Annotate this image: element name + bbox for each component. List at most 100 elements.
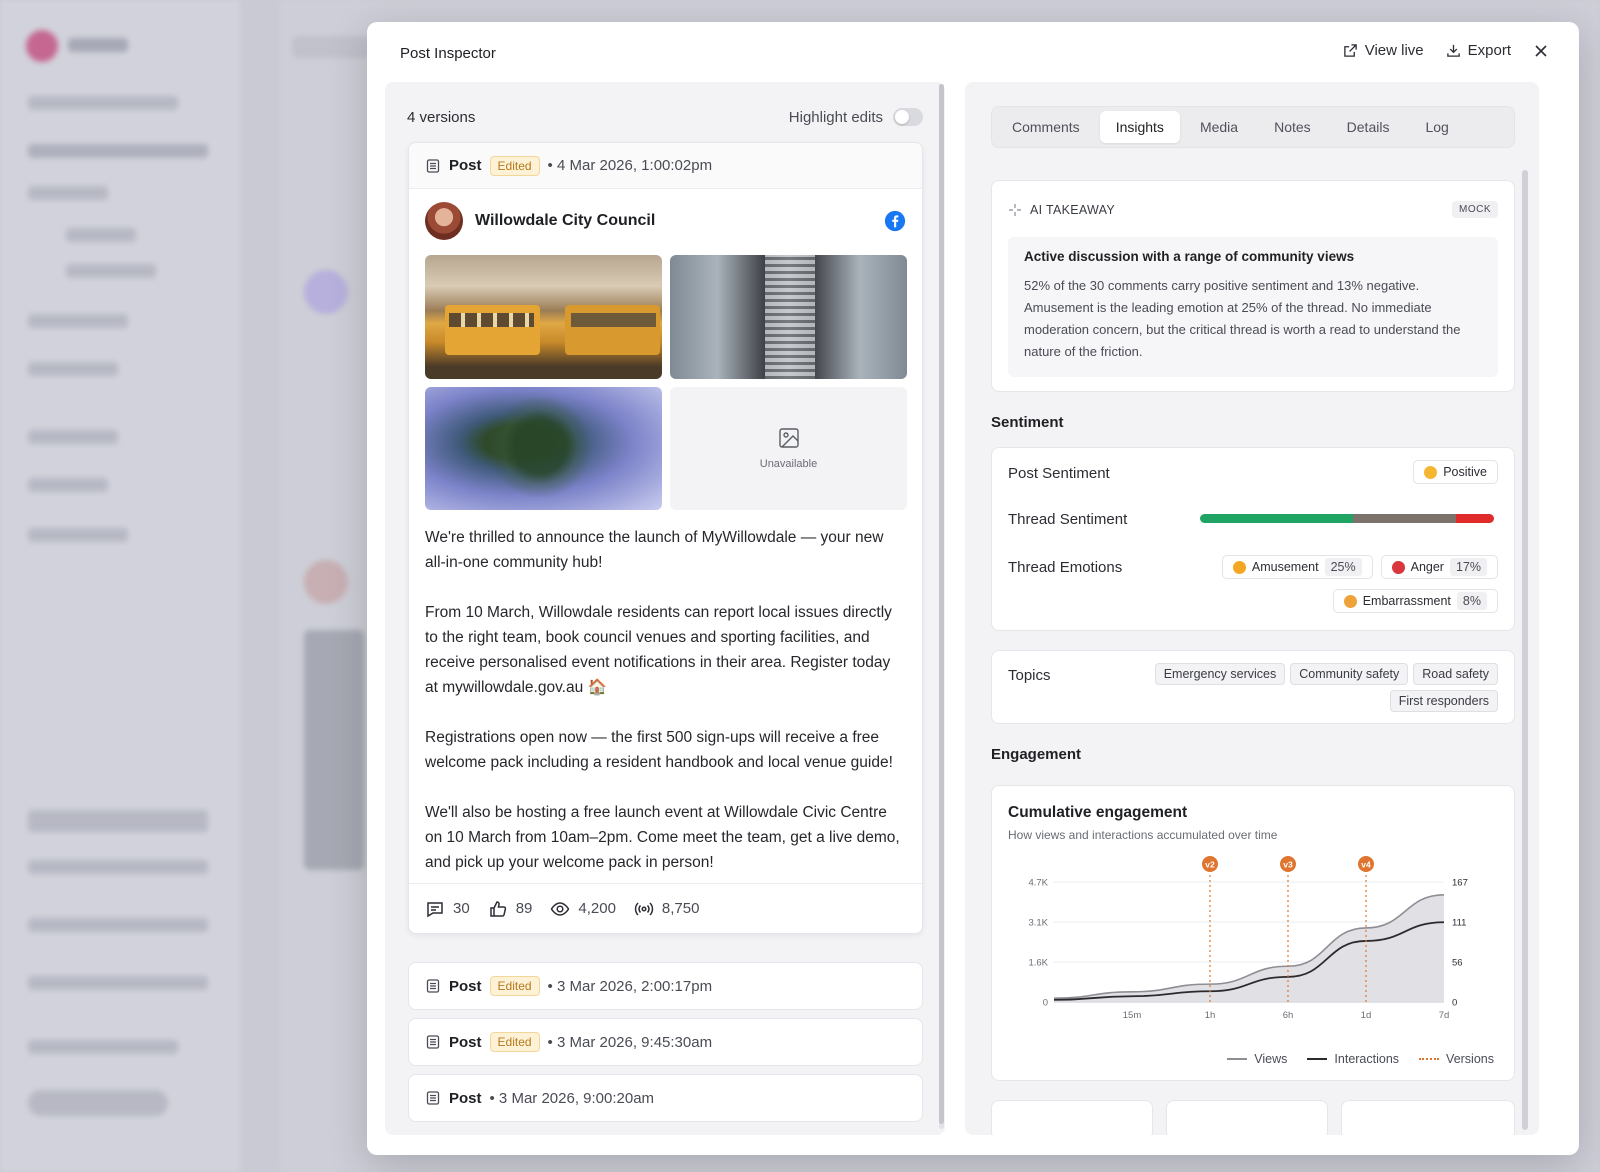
thread-emotions: Amusement 25% Anger 17% Embarrassment 8%	[1208, 555, 1498, 613]
media-image-railway[interactable]	[670, 255, 907, 379]
background-nav-item	[28, 1040, 178, 1054]
reach-stat: 8,750	[634, 899, 699, 919]
background-block	[304, 270, 348, 314]
version-date: • 3 Mar 2026, 9:45:30am	[547, 1033, 713, 1051]
views-count: 4,200	[578, 900, 616, 917]
metric-card	[1341, 1100, 1515, 1135]
modal-header: Post Inspector View live Export	[367, 22, 1579, 82]
version-header[interactable]: Post Edited • 3 Mar 2026, 9:45:30am	[409, 1019, 922, 1065]
post-paragraph: We'll also be hosting a free launch even…	[425, 804, 900, 871]
header-actions: View live Export	[1343, 42, 1549, 59]
topics-list: Emergency services Community safety Road…	[1138, 663, 1498, 712]
version-date: • 4 Mar 2026, 1:00:02pm	[547, 157, 713, 174]
media-image-tree[interactable]	[425, 386, 662, 510]
background-nav-item	[66, 228, 136, 242]
thread-emotions-label: Thread Emotions	[1008, 559, 1123, 576]
version-date: • 3 Mar 2026, 9:00:20am	[489, 1089, 655, 1107]
background-nav-item	[28, 860, 208, 874]
broadcast-icon	[634, 901, 654, 916]
topic-chip[interactable]: Road safety	[1413, 663, 1498, 685]
view-live-button[interactable]: View live	[1343, 42, 1424, 59]
facebook-icon	[884, 210, 906, 232]
y-right-tick-label: 0	[1452, 998, 1457, 1009]
post-sentiment-value: Positive	[1443, 465, 1487, 479]
topic-chip[interactable]: Community safety	[1290, 663, 1409, 685]
tab-log[interactable]: Log	[1409, 111, 1464, 143]
background-nav-item	[28, 362, 118, 376]
background-nav-item	[28, 1090, 168, 1116]
metric-card	[991, 1100, 1153, 1135]
y-left-tick-label: 1.6K	[1028, 958, 1048, 969]
smile-emoji-icon	[1424, 465, 1438, 479]
thumbs-up-icon	[489, 900, 506, 917]
tab-media[interactable]: Media	[1184, 111, 1254, 143]
background-nav-item	[66, 264, 156, 278]
version-header[interactable]: Post • 3 Mar 2026, 9:00:20am	[409, 1075, 922, 1121]
chart-subtitle: How views and interactions accumulated o…	[1008, 828, 1278, 842]
version-card[interactable]: Post • 3 Mar 2026, 9:00:20am	[408, 1074, 923, 1122]
download-icon	[1446, 44, 1460, 57]
version-type: Post	[449, 1089, 482, 1107]
background-nav-item	[28, 478, 108, 492]
close-button[interactable]	[1533, 43, 1549, 59]
sentiment-positive-segment	[1200, 514, 1353, 523]
emotion-pill: Amusement 25%	[1221, 555, 1373, 579]
x-tick-label: 6h	[1283, 1010, 1294, 1021]
emotion-pill: Embarrassment 8%	[1332, 589, 1498, 613]
version-header[interactable]: Post Edited • 4 Mar 2026, 1:00:02pm	[409, 143, 922, 189]
modal-title: Post Inspector	[400, 45, 496, 62]
ai-takeaway-header: AI TAKEAWAY MOCK	[1008, 201, 1498, 218]
sentiment-heading: Sentiment	[991, 414, 1064, 431]
chart-title: Cumulative engagement	[1008, 804, 1188, 821]
post-paragraph: Registrations open now — the first 500 s…	[425, 729, 893, 771]
image-icon	[778, 428, 799, 448]
y-left-tick-label: 3.1K	[1028, 918, 1048, 929]
legend-views-label: Views	[1254, 1052, 1288, 1066]
document-icon	[426, 1091, 440, 1105]
background-nav-item	[28, 144, 208, 158]
version-header[interactable]: Post Edited • 3 Mar 2026, 2:00:17pm	[409, 963, 922, 1009]
ai-takeaway-content: Active discussion with a range of commun…	[1008, 237, 1498, 377]
legend-versions-label: Versions	[1446, 1052, 1494, 1066]
export-button[interactable]: Export	[1446, 42, 1511, 59]
legend-interactions: Interactions	[1307, 1052, 1399, 1066]
media-image-tram[interactable]	[425, 255, 662, 379]
insights-scrollbar[interactable]	[1522, 170, 1528, 1130]
scrollbar-thumb[interactable]	[939, 84, 944, 1124]
topic-chip[interactable]: Emergency services	[1154, 663, 1286, 685]
insights-pane: Comments Insights Media Notes Details Lo…	[965, 82, 1539, 1135]
mock-badge: MOCK	[1452, 201, 1498, 218]
topic-chip[interactable]: First responders	[1389, 690, 1498, 712]
x-tick-label: 15m	[1123, 1010, 1142, 1021]
x-tick-label: 1h	[1205, 1010, 1216, 1021]
y-right-tick-label: 111	[1452, 918, 1466, 929]
y-right-tick-label: 56	[1452, 958, 1463, 969]
highlight-edits-toggle[interactable]	[893, 108, 923, 126]
version-type: Post	[449, 977, 482, 995]
x-tick-label: 1d	[1361, 1010, 1372, 1021]
version-date: • 3 Mar 2026, 2:00:17pm	[547, 977, 713, 995]
background-nav-item	[28, 918, 208, 932]
versions-scrollbar[interactable]	[939, 84, 944, 1129]
post-media-grid: Unavailable	[425, 255, 907, 510]
version-card[interactable]: Post Edited • 3 Mar 2026, 9:45:30am	[408, 1018, 923, 1066]
emotion-percent: 8%	[1456, 592, 1487, 610]
version-card-expanded[interactable]: Post Edited • 4 Mar 2026, 1:00:02pm Will…	[408, 142, 923, 934]
tab-notes[interactable]: Notes	[1258, 111, 1327, 143]
background-block	[292, 36, 372, 58]
background-block	[304, 630, 364, 870]
version-marker-label: v3	[1283, 860, 1293, 870]
topics-card: Topics Emergency services Community safe…	[991, 650, 1515, 724]
tab-details[interactable]: Details	[1331, 111, 1406, 143]
sentiment-neutral-segment	[1352, 514, 1456, 523]
export-label: Export	[1467, 42, 1511, 59]
comments-count: 30	[453, 900, 470, 917]
y-left-tick-label: 4.7K	[1028, 878, 1048, 889]
background-nav-item	[28, 976, 208, 990]
views-area	[1054, 894, 1444, 1002]
version-card[interactable]: Post Edited • 3 Mar 2026, 2:00:17pm	[408, 962, 923, 1010]
tab-comments[interactable]: Comments	[996, 111, 1096, 143]
tab-insights[interactable]: Insights	[1099, 111, 1180, 143]
eye-icon	[551, 901, 570, 916]
avatar	[425, 202, 463, 240]
